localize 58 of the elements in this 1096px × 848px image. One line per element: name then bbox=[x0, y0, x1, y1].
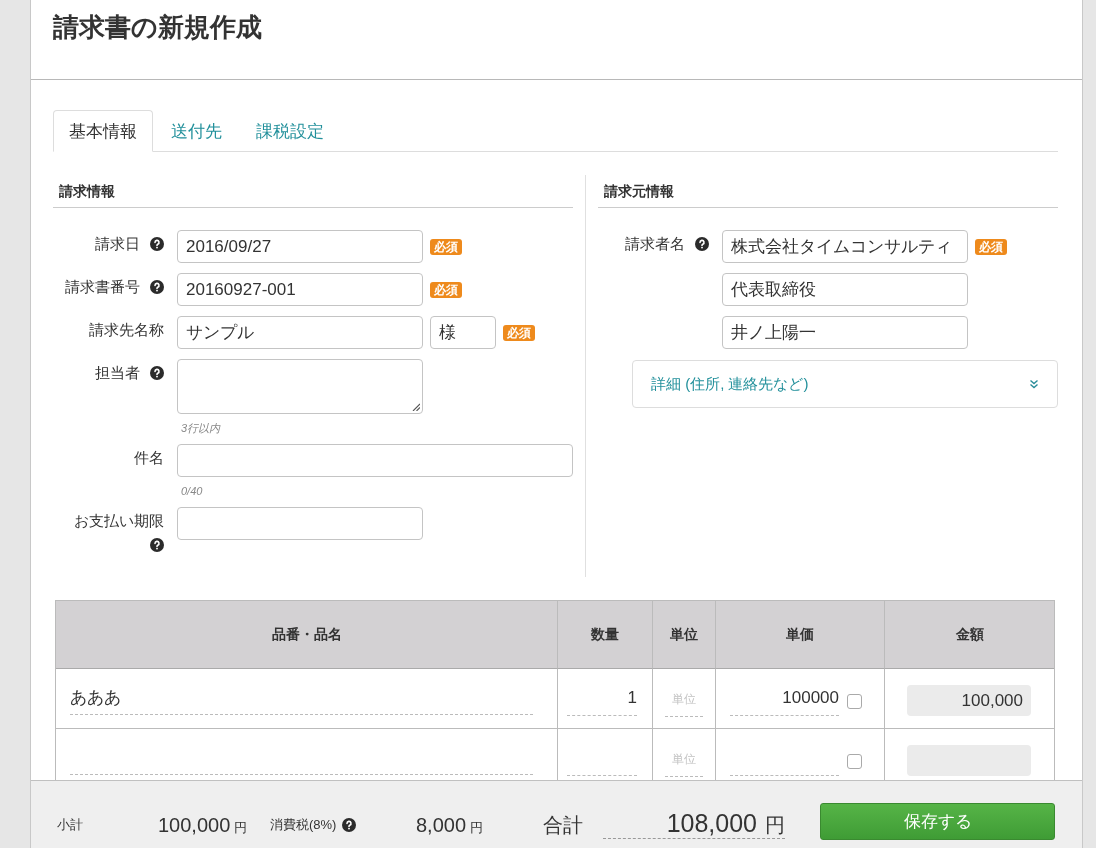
currency-unit: 円 bbox=[470, 819, 484, 837]
required-badge: 必須 bbox=[430, 238, 462, 255]
resize-grip-icon[interactable] bbox=[412, 403, 420, 411]
item-name-field[interactable]: あああ bbox=[70, 682, 533, 715]
help-icon[interactable] bbox=[150, 237, 164, 251]
tab[interactable]: 送付先 bbox=[155, 110, 238, 152]
currency-unit: 円 bbox=[765, 813, 785, 838]
help-icon[interactable] bbox=[150, 538, 164, 552]
field-label: 請求日 bbox=[94, 235, 140, 252]
input-field[interactable] bbox=[177, 507, 423, 540]
total-amount: 108,000 bbox=[666, 808, 757, 838]
checkbox[interactable] bbox=[847, 694, 862, 709]
input-field[interactable]: 2016/09/27 bbox=[177, 230, 423, 263]
required-badge: 必須 bbox=[430, 281, 462, 298]
input-field[interactable]: サンプル bbox=[177, 316, 423, 349]
input-field[interactable]: 株式会社タイムコンサルティ bbox=[722, 230, 968, 263]
help-icon[interactable] bbox=[695, 237, 709, 251]
input-field[interactable] bbox=[177, 444, 573, 477]
field-label: 請求先名称 bbox=[89, 321, 164, 338]
quantity-header: 数量 bbox=[558, 601, 653, 669]
unit-header: 単位 bbox=[653, 601, 716, 669]
required-badge: 必須 bbox=[503, 324, 535, 341]
field-label: 担当者 bbox=[94, 364, 140, 381]
field-label: 件名 bbox=[134, 449, 164, 466]
text-area-field[interactable] bbox=[177, 359, 423, 414]
unit-price-header: 単価 bbox=[716, 601, 885, 669]
tax-label: 消費税(8%) bbox=[270, 816, 337, 834]
field-label: 請求書番号 bbox=[64, 278, 140, 295]
input-field[interactable]: 代表取締役 bbox=[722, 273, 968, 306]
details-toggle[interactable]: 詳細 (住所, 連絡先など) bbox=[632, 360, 1058, 408]
item-name-header: 品番・品名 bbox=[56, 601, 558, 669]
currency-unit: 円 bbox=[234, 819, 248, 837]
help-icon[interactable] bbox=[150, 366, 164, 380]
tax-amount: 8,000 bbox=[416, 813, 467, 838]
field-hint: 0/40 bbox=[181, 484, 203, 498]
field-hint: 3行以内 bbox=[181, 421, 221, 435]
input-field[interactable]: 20160927-001 bbox=[177, 273, 423, 306]
double-chevron-down-icon[interactable] bbox=[1029, 379, 1039, 389]
tab[interactable]: 基本情報 bbox=[53, 110, 153, 152]
subtotal-label: 小計 bbox=[57, 816, 84, 834]
amount-header: 金額 bbox=[885, 601, 1054, 669]
subtotal-amount: 100,000 bbox=[158, 813, 231, 838]
honorific-field[interactable]: 様 bbox=[430, 316, 496, 349]
required-badge: 必須 bbox=[975, 238, 1007, 255]
input-field[interactable]: 井ノ上陽一 bbox=[722, 316, 968, 349]
total-label: 合計 bbox=[543, 813, 584, 838]
checkbox[interactable] bbox=[847, 754, 862, 769]
quantity-field[interactable]: 1 bbox=[567, 682, 637, 716]
tab[interactable]: 課税設定 bbox=[240, 110, 340, 152]
unit-price-field[interactable]: 100000 bbox=[730, 682, 839, 716]
help-icon[interactable] bbox=[342, 818, 357, 832]
section-heading: 請求情報 bbox=[53, 175, 573, 208]
field-label: 請求者名 bbox=[624, 235, 685, 252]
amount-field: 100,000 bbox=[907, 685, 1031, 716]
field-label: お支払い期限 bbox=[74, 512, 164, 529]
page-title: 請求書の新規作成 bbox=[53, 11, 262, 43]
section-heading: 請求元情報 bbox=[598, 175, 1058, 208]
help-icon[interactable] bbox=[150, 280, 164, 294]
